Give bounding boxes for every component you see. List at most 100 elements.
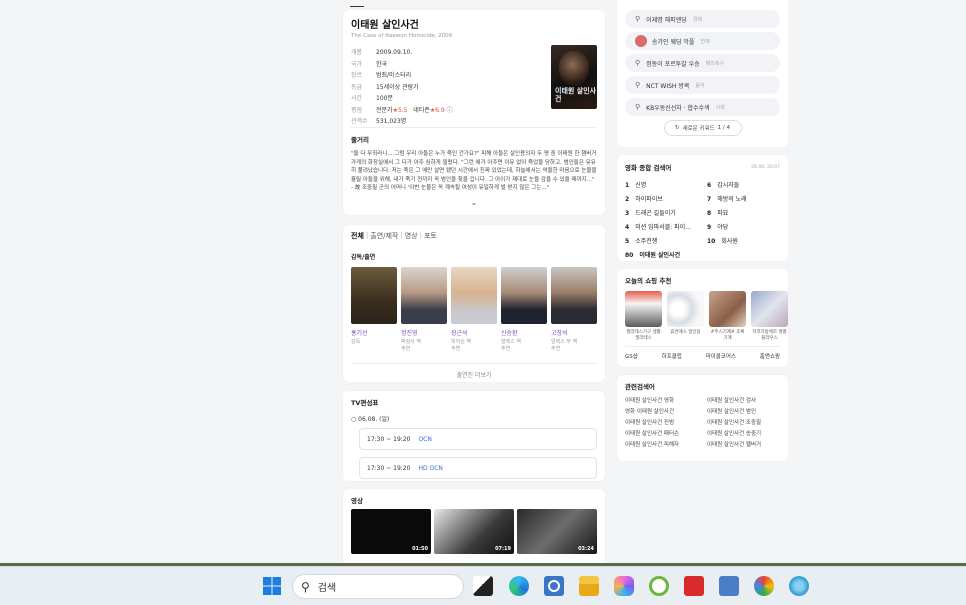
shop-item[interactable]: 필라테스기구 생활 필라테스 [625,291,662,342]
cast-section-title: 감독/출연 [351,254,376,261]
trending-keywords-card: ⚲ 이재명 해피엔딩 경제 송가인 웨딩 악플 연예 ⚲ 정동이 포르투갈 우승 해외축구… [617,0,788,147]
video-thumbnail[interactable]: 01:50 [351,509,431,554]
related-item[interactable]: 이태원 살인사건 웹버거 [707,441,789,450]
avatar [635,35,647,47]
tab-video[interactable]: 영상 [405,231,418,241]
shop-tab[interactable]: 하프클럽 [662,352,682,360]
related-item[interactable]: 이태원 살인사건 영화 [625,397,707,406]
tab-photo[interactable]: 포토 [424,231,437,241]
divider [351,127,597,128]
rank-item[interactable]: 2 하이파이브 [625,194,707,203]
cast-photo [401,267,447,324]
search-icon: ⚲ [635,103,641,111]
related-list: 이태원 살인사건 영화 이태원 살인사건 검사 영화 이태원 살인사건 이태원 … [625,397,780,450]
refresh-keywords-button[interactable]: ↻ 새로운 키워드 1 / 4 [663,120,742,136]
related-item[interactable]: 이태원 살인사건 조중필 [707,419,789,428]
content-tabs: 전체 | 출연/제작 | 영상 | 포토 [351,231,437,241]
shop-tab[interactable]: 홈앤쇼핑 [760,352,780,360]
related-item[interactable]: 이태원 살인사건 피해자 [625,441,707,450]
cast-photo [501,267,547,324]
taskbar: ⚲ 검색 [0,566,966,605]
shop-item[interactable]: #주스기계# 초록기계 [709,291,746,342]
search-icon: ⚲ [635,59,641,67]
rank-header: 영화 종합 검색어 06.08. 20:07 [625,164,780,172]
shop-tab[interactable]: 마이클코어스 [706,352,736,360]
video-card: 영상 01:50 07:19 03:24 [343,489,605,563]
shop-item[interactable]: 지코가방에르 명품블라우스 [751,291,788,342]
app-icon-globe[interactable] [789,576,809,596]
video-thumbnail[interactable]: 07:19 [434,509,514,554]
related-item[interactable]: 이태원 살인사건 진범 [625,419,707,428]
shop-list: 필라테스기구 생활 필라테스 휴먼에스 일인용 #주스기계# 초록기계 지코가방… [625,291,788,342]
cast-item[interactable]: 신승환 알렉스 역 주연 [501,267,547,353]
tab-all[interactable]: 전체 [351,231,364,241]
info-circle-icon[interactable]: ⓘ [447,107,453,114]
movie-title[interactable]: 이태원 살인사건 [351,16,597,31]
tv-schedule-item[interactable]: 17:30 ~ 19:20 HD OCN [359,457,597,479]
rank-item[interactable]: 9 야당 [707,222,789,231]
cast-item[interactable]: 홍기선 감독 [351,267,397,353]
taskbar-search-input[interactable]: ⚲ 검색 [292,574,464,599]
cast-photo [451,267,497,324]
tab-cast[interactable]: 출연/제작 [370,231,398,241]
related-item[interactable]: 이태원 살인사건 검사 [707,397,789,406]
cast-photo [351,267,397,324]
file-explorer-icon[interactable] [579,576,599,596]
poster-title: 이태원 살인사건 [555,87,597,103]
rank-item[interactable]: 6 감시자들 [707,180,789,189]
top-divider [350,6,364,7]
app-icon-blue[interactable] [719,576,739,596]
audience-row: 관객수 531,023명 [351,118,407,125]
rank-item[interactable]: 7 해방의 노래 [707,194,789,203]
poster-face [559,51,589,85]
related-item[interactable]: 이태원 살인사건 패터슨 [625,430,707,439]
edge-browser-icon[interactable] [509,576,529,596]
keyword-item[interactable]: ⚲ NCT WISH 방콕 음악 [625,76,780,94]
clock-icon: ○ [351,416,357,423]
related-title: 관련검색어 [625,383,655,391]
copilot-icon[interactable] [614,576,634,596]
tv-date: ○ 06.08. (일) [351,416,390,423]
cast-item[interactable]: 정진영 박검사 역 주연 [401,267,447,353]
rank-item[interactable]: 10 회사원 [707,236,789,245]
rank-item[interactable]: 4 미션 임파서블: 파이... [625,222,707,231]
movie-poster[interactable]: 이태원 살인사건 [551,45,597,109]
shopping-card: 오늘의 쇼핑 추천 필라테스기구 생활 필라테스 휴먼에스 일인용 #주스기계#… [617,269,788,367]
keyword-item[interactable]: ⚲ 정동이 포르투갈 우승 해외축구 [625,54,780,72]
video-thumbnail[interactable]: 03:24 [517,509,597,554]
app-icon-green[interactable] [649,576,669,596]
rank-list: 1 신명 6 감시자들 2 하이파이브 7 해방의 노래 3 드래곤 길들이기 8 파묘 4… [625,180,780,259]
settings-app-icon[interactable] [544,576,564,596]
related-item[interactable]: 이태원 살인사건 범인 [707,408,789,417]
rank-item[interactable]: 5 소주전쟁 [625,236,707,245]
chrome-icon[interactable] [754,576,774,596]
keyword-item[interactable]: 송가인 웨딩 악플 연예 [625,32,780,50]
cast-photo [551,267,597,324]
tv-schedule-card: TV편성표 ○ 06.08. (일) 17:30 ~ 19:20 OCN 17:… [343,391,605,481]
video-title: 영상 [351,497,363,505]
shop-tab[interactable]: GS샵 [625,352,638,360]
movie-info-card: 이태원 살인사건 The Case of Itaewon Homicide, 2… [343,10,605,215]
rank-item[interactable]: 1 신명 [625,180,707,189]
related-item[interactable]: 영화 이태원 살인사건 [625,408,707,417]
rank-item[interactable]: 8 파묘 [707,208,789,217]
rank-item-current[interactable]: 80 이태원 살인사건 [625,250,707,259]
keyword-item[interactable]: ⚲ KB우동신선차 · 합수수색 사회 [625,98,780,116]
cast-item[interactable]: 장근석 피어슨 역 주연 [451,267,497,353]
movie-subtitle: The Case of Itaewon Homicide, 2009 [351,33,453,39]
synopsis-block: 줄거리 "둘 다 무죄라니... 그럼 우리 아들은 누가 죽인 건가요?" 피… [351,134,597,192]
chevron-down-icon[interactable]: ⌄ [343,198,605,207]
task-view-icon[interactable] [473,576,493,596]
keyword-item[interactable]: ⚲ 이재명 해피엔딩 경제 [625,10,780,28]
windows-start-icon[interactable] [262,576,282,596]
cast-card: 전체 | 출연/제작 | 영상 | 포토 감독/출연 홍기선 감독 정진영 박검… [343,225,605,382]
shop-item[interactable]: 휴먼에스 일인용 [667,291,704,342]
cast-item[interactable]: 고창석 알렉스 부 역 주연 [551,267,597,353]
refresh-icon: ↻ [674,125,680,131]
cast-more-button[interactable]: 출연진 더보기 [351,363,597,379]
rank-item[interactable]: 3 드래곤 길들이기 [625,208,707,217]
tv-schedule-item[interactable]: 17:30 ~ 19:20 OCN [359,428,597,450]
related-item[interactable]: 이태원 살인사건 송중기 [707,430,789,439]
search-icon: ⚲ [635,15,641,23]
app-icon-red[interactable] [684,576,704,596]
